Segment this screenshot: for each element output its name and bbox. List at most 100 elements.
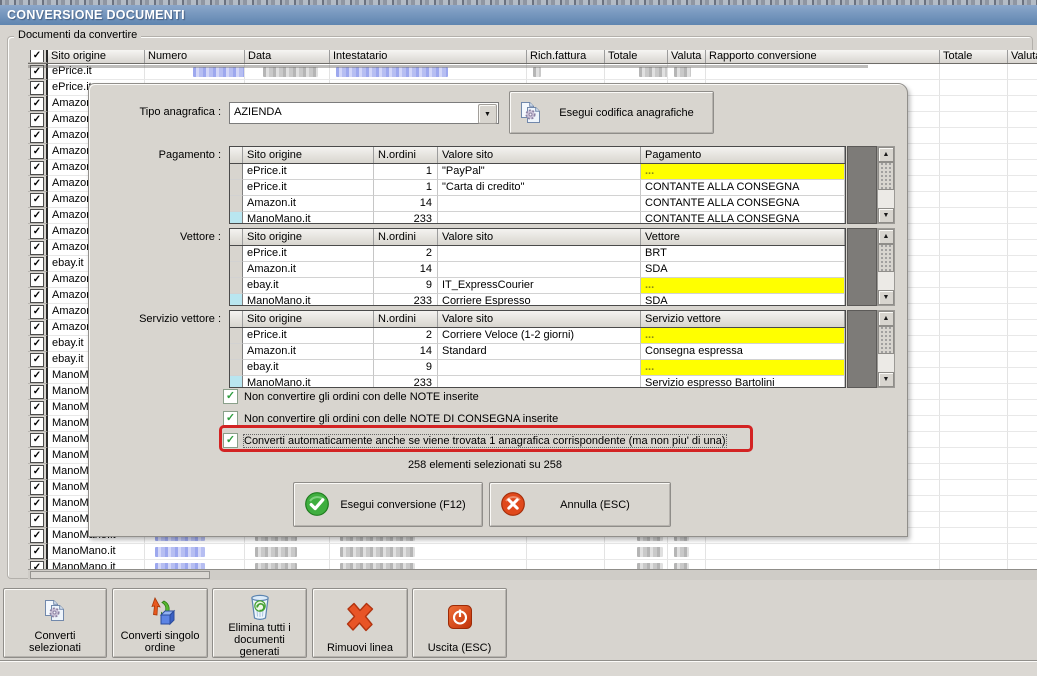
row-checkbox-cell[interactable]: ✓: [28, 80, 48, 96]
scroll-down-button[interactable]: ▼: [878, 372, 894, 387]
mapping-row[interactable]: ManoMano.it 233 Corriere Espresso SDA: [230, 294, 845, 305]
mapping-cell[interactable]: BRT: [641, 246, 845, 262]
table-row[interactable]: ✓ ManoMano.it: [28, 544, 1037, 560]
esegui-conversione-button[interactable]: Esegui conversione (F12): [293, 482, 483, 527]
column-header[interactable]: Numero: [145, 50, 245, 63]
row-checkbox[interactable]: ✓: [30, 448, 44, 463]
horizontal-scrollbar[interactable]: [28, 569, 1037, 580]
row-checkbox[interactable]: ✓: [30, 224, 44, 239]
mapping-cell[interactable]: SDA: [641, 294, 845, 305]
select-all-checkbox-cell[interactable]: ✓: [28, 50, 48, 63]
mapping-row[interactable]: ManoMano.it 233 CONTANTE ALLA CONSEGNA: [230, 212, 845, 223]
row-checkbox-cell[interactable]: ✓: [28, 384, 48, 400]
mapping-row[interactable]: Amazon.it 14 CONTANTE ALLA CONSEGNA: [230, 196, 845, 212]
select-all-checkbox[interactable]: ✓: [30, 50, 44, 62]
row-checkbox-cell[interactable]: ✓: [28, 416, 48, 432]
row-checkbox[interactable]: ✓: [30, 496, 44, 511]
dialog-checkbox-row[interactable]: ✓ Non convertire gli ordini con delle NOT…: [223, 389, 479, 404]
scrollbar-thumb[interactable]: [878, 162, 894, 190]
converti-selezionati-button[interactable]: Converti selezionati: [3, 588, 107, 658]
mapping-cell[interactable]: CONTANTE ALLA CONSEGNA: [641, 196, 845, 212]
mapping-row[interactable]: ePrice.it 2 Corriere Veloce (1-2 giorni)..…: [230, 328, 845, 344]
mapping-column-header[interactable]: Pagamento: [641, 147, 845, 163]
mapping-cell[interactable]: CONTANTE ALLA CONSEGNA: [641, 212, 845, 223]
column-header[interactable]: Rapporto conversione: [706, 50, 940, 63]
column-header[interactable]: Sito origine: [48, 50, 145, 63]
row-checkbox[interactable]: ✓: [30, 288, 44, 303]
vertical-scrollbar[interactable]: ▲ ▼: [877, 146, 895, 224]
scroll-down-button[interactable]: ▼: [878, 290, 894, 305]
row-checkbox-cell[interactable]: ✓: [28, 496, 48, 512]
elimina-documenti-button[interactable]: Elimina tutti i documenti generati: [212, 588, 307, 658]
scrollbar-thumb[interactable]: [878, 326, 894, 354]
row-checkbox-cell[interactable]: ✓: [28, 432, 48, 448]
mapping-column-header[interactable]: Valore sito: [438, 147, 641, 163]
scroll-up-button[interactable]: ▲: [878, 147, 894, 162]
mapping-cell[interactable]: Servizio espresso Bartolini: [641, 376, 845, 387]
row-checkbox[interactable]: ✓: [30, 144, 44, 159]
row-checkbox-cell[interactable]: ✓: [28, 512, 48, 528]
tipo-anagrafica-select[interactable]: AZIENDA ▼: [229, 102, 499, 124]
row-checkbox[interactable]: ✓: [30, 352, 44, 367]
row-checkbox-cell[interactable]: ✓: [28, 208, 48, 224]
rimuovi-linea-button[interactable]: Rimuovi linea: [312, 588, 408, 658]
row-checkbox[interactable]: ✓: [30, 256, 44, 271]
mapping-column-header[interactable]: Valore sito: [438, 311, 641, 327]
mapping-cell[interactable]: ...: [641, 360, 845, 376]
mapping-column-header[interactable]: N.ordini: [374, 147, 438, 163]
uscita-button[interactable]: Uscita (ESC): [412, 588, 507, 658]
column-header[interactable]: Valuta: [668, 50, 706, 63]
row-checkbox[interactable]: ✓: [30, 272, 44, 287]
row-checkbox[interactable]: ✓: [30, 336, 44, 351]
esegui-codifica-button[interactable]: Esegui codifica anagrafiche: [509, 91, 714, 134]
mapping-cell[interactable]: CONTANTE ALLA CONSEGNA: [641, 180, 845, 196]
row-checkbox-cell[interactable]: ✓: [28, 400, 48, 416]
mapping-row[interactable]: ePrice.it 2 BRT: [230, 246, 845, 262]
column-header[interactable]: Valuta: [1008, 50, 1037, 63]
mapping-row[interactable]: Amazon.it 14 Standard Consegna espressa: [230, 344, 845, 360]
row-checkbox-cell[interactable]: ✓: [28, 352, 48, 368]
row-checkbox-cell[interactable]: ✓: [28, 144, 48, 160]
scrollbar-thumb[interactable]: [878, 244, 894, 272]
row-checkbox[interactable]: ✓: [30, 160, 44, 175]
column-header[interactable]: Intestatario: [330, 50, 527, 63]
row-checkbox-cell[interactable]: ✓: [28, 240, 48, 256]
checkbox-checked-icon[interactable]: ✓: [223, 411, 238, 426]
mapping-column-header[interactable]: Valore sito: [438, 229, 641, 245]
dialog-checkbox-row[interactable]: ✓ Non convertire gli ordini con delle NOT…: [223, 411, 558, 426]
row-checkbox[interactable]: ✓: [30, 208, 44, 223]
mapping-cell[interactable]: ...: [641, 328, 845, 344]
mapping-row[interactable]: ManoMano.it 233 Servizio espresso Bartolin…: [230, 376, 845, 387]
mapping-row[interactable]: ebay.it 9 IT_ExpressCourier...: [230, 278, 845, 294]
mapping-column-header[interactable]: Servizio vettore: [641, 311, 845, 327]
row-checkbox-cell[interactable]: ✓: [28, 176, 48, 192]
row-checkbox-cell[interactable]: ✓: [28, 272, 48, 288]
mapping-column-header[interactable]: Sito origine: [243, 147, 374, 163]
row-checkbox[interactable]: ✓: [30, 480, 44, 495]
mapping-row[interactable]: ePrice.it 1 "Carta di credito" CONTANTE ALL…: [230, 180, 845, 196]
mapping-row[interactable]: ePrice.it 1 "PayPal"...: [230, 164, 845, 180]
row-checkbox-cell[interactable]: ✓: [28, 128, 48, 144]
column-header[interactable]: Totale: [940, 50, 1008, 63]
vertical-scrollbar[interactable]: ▲ ▼: [877, 310, 895, 388]
chevron-down-icon[interactable]: ▼: [478, 104, 497, 124]
mapping-row[interactable]: Amazon.it 14 SDA: [230, 262, 845, 278]
row-checkbox[interactable]: ✓: [30, 384, 44, 399]
row-checkbox-cell[interactable]: ✓: [28, 336, 48, 352]
row-checkbox[interactable]: ✓: [30, 512, 44, 527]
row-checkbox-cell[interactable]: ✓: [28, 480, 48, 496]
row-checkbox-cell[interactable]: ✓: [28, 368, 48, 384]
mapping-column-header[interactable]: Vettore: [641, 229, 845, 245]
horizontal-scrollbar-thumb[interactable]: [30, 571, 210, 579]
scroll-up-button[interactable]: ▲: [878, 229, 894, 244]
row-checkbox-cell[interactable]: ✓: [28, 544, 48, 560]
row-checkbox[interactable]: ✓: [30, 80, 44, 95]
row-checkbox-cell[interactable]: ✓: [28, 192, 48, 208]
scroll-up-button[interactable]: ▲: [878, 311, 894, 326]
row-checkbox-cell[interactable]: ✓: [28, 112, 48, 128]
column-header[interactable]: Data: [245, 50, 330, 63]
row-checkbox-cell[interactable]: ✓: [28, 528, 48, 544]
row-checkbox[interactable]: ✓: [30, 304, 44, 319]
row-checkbox[interactable]: ✓: [30, 128, 44, 143]
row-checkbox-cell[interactable]: ✓: [28, 464, 48, 480]
